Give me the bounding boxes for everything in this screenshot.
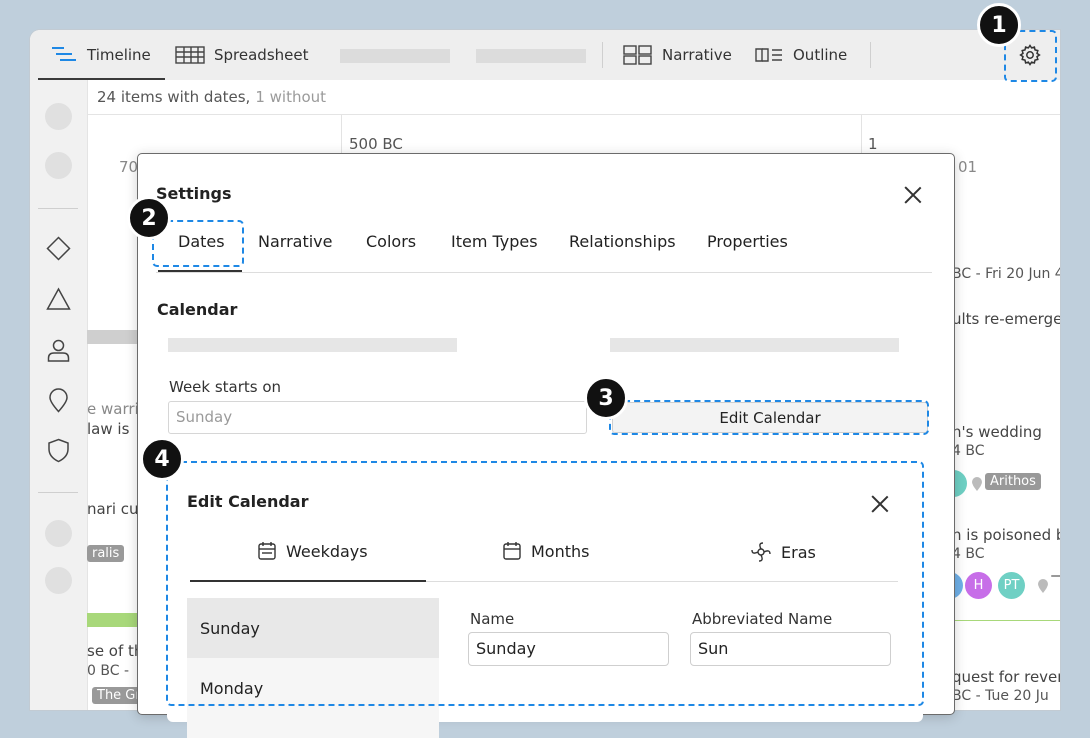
timeline-item-title[interactable]: n's wedding [952, 423, 1042, 441]
person-icon[interactable] [46, 338, 71, 363]
triangle-icon[interactable] [46, 287, 71, 312]
timeline-item-date: 0 BC - [87, 663, 129, 679]
item-tag[interactable]: ralis [87, 545, 125, 562]
tab-properties[interactable]: Properties [707, 232, 788, 251]
tab-narrative[interactable]: Narrative [623, 30, 732, 80]
tab-outline-label: Outline [793, 46, 848, 64]
tab-timeline-label: Timeline [87, 46, 151, 64]
settings-title: Settings [156, 184, 232, 203]
timeline-tick: 500 BC [349, 135, 403, 153]
narrative-icon [623, 45, 652, 65]
timeline-tick: 1 [868, 135, 878, 153]
close-icon[interactable] [904, 186, 922, 204]
tab-spreadsheet[interactable]: Spreadsheet [175, 30, 308, 80]
callout-badge: 3 [584, 376, 628, 420]
view-tab-bar: Timeline Spreadsheet Narrative Outline [30, 30, 1060, 80]
toolbar-placeholder [45, 520, 72, 547]
timeline-bar[interactable] [87, 330, 139, 344]
timeline-icon [52, 47, 76, 61]
outline-icon [755, 48, 782, 62]
left-toolbar [30, 80, 88, 710]
timeline-item-title[interactable]: se of th [87, 642, 143, 660]
divider [38, 492, 78, 493]
item-tag[interactable] [1051, 575, 1060, 577]
timeline-tick: 01 [958, 158, 978, 176]
timeline-item-date: 4 BC [952, 546, 985, 562]
tab-timeline[interactable]: Timeline [38, 30, 165, 80]
divider [602, 42, 603, 68]
timeline-item-title[interactable]: e warri [87, 400, 139, 418]
spreadsheet-icon [175, 46, 205, 64]
avatar[interactable]: H [965, 572, 992, 599]
callout-highlight [166, 461, 924, 706]
timeline-item-date: BC - Tue 20 Ju [952, 688, 1049, 704]
timeline-bar [945, 620, 1060, 621]
avatar[interactable]: PT [998, 572, 1025, 599]
location-pin-icon [972, 477, 982, 491]
divider [38, 208, 78, 209]
timeline-item-date: 4 BC [952, 443, 985, 459]
timeline-item-text: law is [87, 420, 130, 438]
tab-narrative-label: Narrative [662, 46, 732, 64]
callout-badge: 4 [140, 437, 184, 481]
calendar-section-title: Calendar [157, 300, 238, 319]
items-without-dates[interactable]: 1 without [255, 88, 326, 106]
items-with-dates: 24 items with dates, [97, 88, 251, 106]
toolbar-placeholder [45, 567, 72, 594]
callout-highlight [609, 400, 929, 435]
tab-item-types[interactable]: Item Types [451, 232, 538, 251]
callout-badge: 2 [127, 196, 171, 240]
timeline-item-title[interactable]: nari cul [87, 500, 143, 518]
toolbar-placeholder [45, 152, 72, 179]
tab-relationships[interactable]: Relationships [569, 232, 676, 251]
week-starts-label: Week starts on [169, 378, 282, 396]
timeline-item-date: BC - Fri 20 Jun 4 [952, 266, 1060, 282]
toolbar-placeholder [45, 103, 72, 130]
timeline-item-title[interactable]: n is poisoned b [952, 526, 1060, 544]
item-tag[interactable]: Arithos [985, 473, 1041, 490]
divider [870, 42, 871, 68]
tab-outline[interactable]: Outline [754, 30, 847, 80]
tab-divider [156, 272, 932, 273]
field-placeholder [610, 338, 899, 352]
tab-placeholder [340, 49, 450, 63]
callout-badge: 1 [977, 3, 1021, 47]
field-placeholder [168, 338, 457, 352]
timeline-item-title[interactable]: ults re-emerge [952, 310, 1060, 328]
week-starts-select[interactable]: Sunday [168, 401, 587, 434]
timeline-bar[interactable] [87, 613, 139, 627]
tab-placeholder [476, 49, 586, 63]
timeline-item-title[interactable]: quest for rever [952, 668, 1060, 686]
items-summary-bar: 24 items with dates, 1 without [87, 80, 1060, 115]
location-pin-icon [1038, 579, 1048, 593]
active-tab-indicator [158, 270, 242, 272]
location-pin-icon[interactable] [46, 388, 71, 413]
tab-narrative[interactable]: Narrative [258, 232, 332, 251]
timeline-tick: 70 [119, 158, 139, 176]
shield-icon[interactable] [46, 438, 71, 463]
tab-colors[interactable]: Colors [366, 232, 416, 251]
tab-spreadsheet-label: Spreadsheet [214, 46, 309, 64]
diamond-icon[interactable] [46, 236, 71, 261]
